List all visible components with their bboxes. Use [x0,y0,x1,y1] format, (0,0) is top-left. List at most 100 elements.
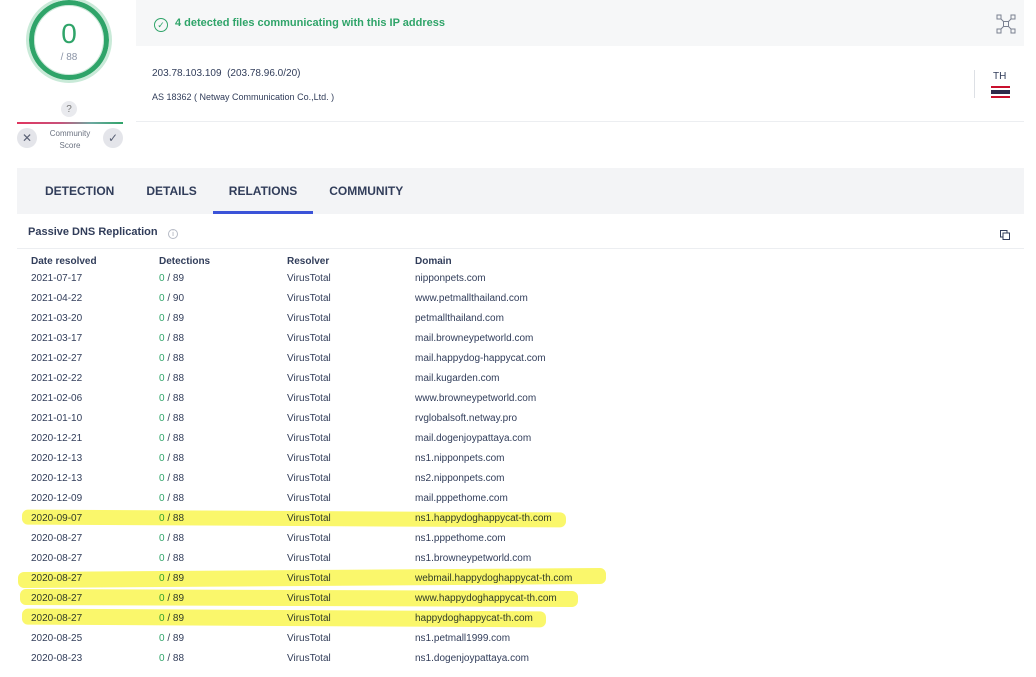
row-detections: 0 / 89 [159,593,184,604]
row-resolver: VirusTotal [287,633,331,644]
info-icon[interactable]: i [168,229,178,239]
table-row: 2020-08-27 0 / 89 VirusTotal webmail.happyd… [31,572,1011,592]
row-date: 2020-08-27 [31,593,83,604]
table-row: 2020-08-27 0 / 88 VirusTotal ns1.pppethome.… [31,532,1011,552]
row-domain-link[interactable]: mail.browneypetworld.com [415,333,533,344]
tab-details[interactable]: DETAILS [130,168,212,214]
row-resolver: VirusTotal [287,333,331,344]
section-title: Passive DNS Replication [28,226,158,238]
detection-total: / 88 [60,51,78,63]
row-date: 2021-03-20 [31,313,83,324]
row-detections: 0 / 89 [159,273,184,284]
detection-total: / 89 [164,593,185,604]
header-domain: Domain [415,256,452,267]
detection-banner: ✓ 4 detected files communicating with th… [136,0,1024,46]
row-date: 2020-08-27 [31,613,83,624]
detection-gauge: 0 / 88 [29,0,109,80]
row-domain-link[interactable]: webmail.happydoghappycat-th.com [415,573,572,584]
row-resolver: VirusTotal [287,433,331,444]
tab-bar: DETECTION DETAILS RELATIONS COMMUNITY [17,168,1024,214]
vote-harmless-button[interactable]: ✓ [103,128,123,148]
row-date: 2021-01-10 [31,413,83,424]
detection-count: 0 [61,17,77,49]
divider [974,70,975,98]
row-detections: 0 / 90 [159,293,184,304]
row-resolver: VirusTotal [287,353,331,364]
ip-address-line: 203.78.103.109 (203.78.96.0/20) [152,68,300,79]
row-domain-link[interactable]: petmallthailand.com [415,313,504,324]
row-resolver: VirusTotal [287,653,331,664]
row-domain-link[interactable]: mail.kugarden.com [415,373,499,384]
row-domain-link[interactable]: ns1.dogenjoypattaya.com [415,653,529,664]
row-detections: 0 / 88 [159,373,184,384]
row-detections: 0 / 89 [159,313,184,324]
row-date: 2020-08-27 [31,573,83,584]
table-row: 2021-02-22 0 / 88 VirusTotal mail.kugarden.… [31,372,1011,392]
table-row: 2021-04-22 0 / 90 VirusTotal www.petmalltha… [31,292,1011,312]
dns-table-body: 2021-07-17 0 / 89 VirusTotal nipponpets.com… [31,272,1011,672]
row-domain-link[interactable]: rvglobalsoft.netway.pro [415,413,517,424]
row-resolver: VirusTotal [287,293,331,304]
ip-range[interactable]: (203.78.96.0/20) [227,68,300,79]
table-row: 2020-08-27 0 / 89 VirusTotal www.happydogha… [31,592,1011,612]
row-date: 2021-02-22 [31,373,83,384]
row-resolver: VirusTotal [287,533,331,544]
ip-address[interactable]: 203.78.103.109 [152,68,222,79]
row-domain-link[interactable]: ns1.pppethome.com [415,533,506,544]
detection-total: / 89 [164,633,185,644]
row-detections: 0 / 88 [159,553,184,564]
copy-icon[interactable] [1000,230,1010,240]
row-resolver: VirusTotal [287,273,331,284]
row-domain-link[interactable]: www.petmallthailand.com [415,293,528,304]
community-label-line2: Score [59,141,81,150]
row-resolver: VirusTotal [287,413,331,424]
detection-total: / 90 [164,293,185,304]
row-domain-link[interactable]: ns2.nipponpets.com [415,473,505,484]
row-domain-link[interactable]: ns1.browneypetworld.com [415,553,531,564]
country-code: TH [993,71,1007,82]
tab-community[interactable]: COMMUNITY [313,168,419,214]
tab-detection[interactable]: DETECTION [17,168,130,214]
row-date: 2021-02-27 [31,353,83,364]
row-domain-link[interactable]: happydoghappycat-th.com [415,613,533,624]
table-row: 2020-08-23 0 / 88 VirusTotal ns1.dogenjoypa… [31,652,1011,672]
row-detections: 0 / 88 [159,353,184,364]
row-detections: 0 / 88 [159,433,184,444]
row-detections: 0 / 88 [159,453,184,464]
table-row: 2021-07-17 0 / 89 VirusTotal nipponpets.com [31,272,1011,292]
detection-total: / 88 [164,493,185,504]
row-domain-link[interactable]: mail.pppethome.com [415,493,508,504]
info-circle-icon: ✓ [154,18,168,32]
row-resolver: VirusTotal [287,573,331,584]
graph-view-icon[interactable] [996,14,1016,34]
row-date: 2021-07-17 [31,273,83,284]
detection-total: / 88 [164,533,185,544]
table-row: 2020-09-07 0 / 88 VirusTotal ns1.happydogha… [31,512,1011,532]
vote-malicious-button[interactable]: ✕ [17,128,37,148]
table-row: 2020-08-27 0 / 89 VirusTotal happydoghappyc… [31,612,1011,632]
row-resolver: VirusTotal [287,373,331,384]
row-domain-link[interactable]: www.browneypetworld.com [415,393,536,404]
row-resolver: VirusTotal [287,593,331,604]
thailand-flag-icon [991,86,1010,98]
row-domain-link[interactable]: ns1.happydoghappycat-th.com [415,513,552,524]
passive-dns-section: Passive DNS Replication i Date resolved … [17,218,1024,677]
table-row: 2020-12-09 0 / 88 VirusTotal mail.pppethome… [31,492,1011,512]
row-date: 2020-08-27 [31,553,83,564]
header-date: Date resolved [31,256,97,267]
tab-relations[interactable]: RELATIONS [212,168,314,214]
table-row: 2021-02-06 0 / 88 VirusTotal www.browneypet… [31,392,1011,412]
detection-total: / 88 [164,653,185,664]
detection-total: / 89 [164,613,185,624]
row-domain-link[interactable]: ns1.petmall1999.com [415,633,510,644]
row-domain-link[interactable]: nipponpets.com [415,273,486,284]
row-resolver: VirusTotal [287,493,331,504]
row-domain-link[interactable]: www.happydoghappycat-th.com [415,593,557,604]
row-domain-link[interactable]: mail.happydog-happycat.com [415,353,546,364]
row-detections: 0 / 88 [159,393,184,404]
row-domain-link[interactable]: ns1.nipponpets.com [415,453,505,464]
row-domain-link[interactable]: mail.dogenjoypattaya.com [415,433,531,444]
community-unknown-icon: ? [61,101,77,117]
table-row: 2020-08-25 0 / 89 VirusTotal ns1.petmall199… [31,632,1011,652]
detection-total: / 88 [164,393,185,404]
